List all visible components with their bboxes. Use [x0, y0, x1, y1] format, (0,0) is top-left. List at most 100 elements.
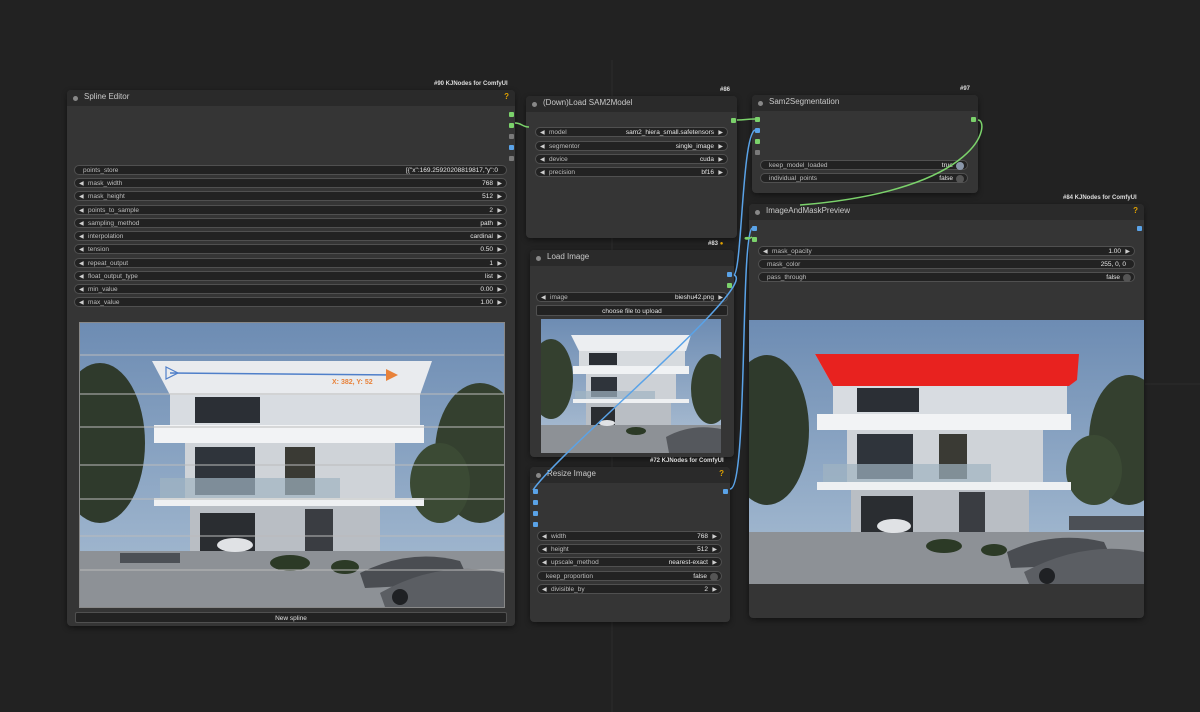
spline-editor-node[interactable]: Spline Editor ? points_store [{"x":169.2… [67, 90, 515, 626]
input-port-height-input[interactable] [533, 522, 538, 527]
widget-model[interactable]: ◀ model sam2_hiera_small.safetensors ▶ [535, 127, 728, 137]
widget-mask-width[interactable]: ◀ mask_width 768 ▶ [74, 178, 507, 188]
increment-icon[interactable]: ▶ [497, 259, 502, 269]
increment-icon[interactable]: ▶ [497, 179, 502, 189]
node-dot-icon[interactable] [755, 210, 760, 215]
decrement-icon[interactable]: ◀ [542, 532, 547, 542]
image-mask-preview-node[interactable]: ImageAndMaskPreview ? ◀ mask_opacity 1.0… [749, 204, 1144, 618]
widget-float-output-type[interactable]: ◀ float_output_type list ▶ [74, 271, 507, 281]
decrement-icon[interactable]: ◀ [79, 285, 84, 295]
widget-points-store[interactable]: points_store [{"x":169.25920208819817,"y… [74, 165, 507, 175]
increment-icon[interactable]: ▶ [718, 142, 723, 152]
toggle-icon[interactable] [956, 175, 964, 183]
widget-upscale-method[interactable]: ◀ upscale_method nearest-exact ▶ [537, 557, 722, 567]
increment-icon[interactable]: ▶ [497, 219, 502, 229]
decrement-icon[interactable]: ◀ [79, 192, 84, 202]
widget-points-to-sample[interactable]: ◀ points_to_sample 2 ▶ [74, 205, 507, 215]
input-port-bboxes[interactable] [755, 150, 760, 155]
comfyui-canvas[interactable]: #90 KJNodes for ComfyUI Spline Editor ? … [0, 0, 1200, 712]
decrement-icon[interactable]: ◀ [540, 155, 545, 165]
spline-path[interactable] [169, 372, 393, 376]
decrement-icon[interactable]: ◀ [79, 245, 84, 255]
input-port-image[interactable] [755, 128, 760, 133]
load-image-header[interactable]: Load Image [530, 250, 734, 266]
widget-tension[interactable]: ◀ tension 0.50 ▶ [74, 244, 507, 254]
node-dot-icon[interactable] [536, 256, 541, 261]
widget-mask-color[interactable]: mask_color 255, 0, 0 [758, 259, 1135, 269]
widget-keep-model-loaded[interactable]: keep_model_loaded true [760, 160, 968, 170]
output-port-mask[interactable] [971, 117, 976, 122]
widget-image[interactable]: ◀ image bieshu42.png ▶ [536, 292, 728, 302]
increment-icon[interactable]: ▶ [712, 532, 717, 542]
decrement-icon[interactable]: ◀ [79, 232, 84, 242]
resize-image-node[interactable]: Resize Image ? ◀ width 768 ▶ ◀ height 51… [530, 467, 730, 622]
output-port-mask[interactable] [509, 112, 514, 117]
node-dot-icon[interactable] [532, 102, 537, 107]
output-port-composite[interactable] [1137, 226, 1142, 231]
input-port-mask[interactable] [752, 237, 757, 242]
upload-button[interactable]: choose file to upload [536, 305, 728, 316]
increment-icon[interactable]: ▶ [497, 272, 502, 282]
decrement-icon[interactable]: ◀ [79, 298, 84, 308]
widget-device[interactable]: ◀ device cuda ▶ [535, 154, 728, 164]
node-dot-icon[interactable] [536, 473, 541, 478]
output-port-extra[interactable] [509, 156, 514, 161]
widget-height[interactable]: ◀ height 512 ▶ [537, 544, 722, 554]
widget-sampling-method[interactable]: ◀ sampling_method path ▶ [74, 218, 507, 228]
decrement-icon[interactable]: ◀ [79, 259, 84, 269]
output-port-image[interactable] [727, 272, 732, 277]
widget-repeat-output[interactable]: ◀ repeat_output 1 ▶ [74, 258, 507, 268]
increment-icon[interactable]: ▶ [497, 245, 502, 255]
image-mask-preview-header[interactable]: ImageAndMaskPreview ? [749, 204, 1144, 220]
output-port-count[interactable] [509, 145, 514, 150]
increment-icon[interactable]: ▶ [718, 168, 723, 178]
load-sam2-header[interactable]: (Down)Load SAM2Model [526, 96, 737, 112]
widget-max-value[interactable]: ◀ max_value 1.00 ▶ [74, 297, 507, 307]
input-port-image[interactable] [752, 226, 757, 231]
decrement-icon[interactable]: ◀ [79, 179, 84, 189]
widget-divisible-by[interactable]: ◀ divisible_by 2 ▶ [537, 584, 722, 594]
widget-keep-proportion[interactable]: keep_proportion false [537, 571, 722, 581]
decrement-icon[interactable]: ◀ [79, 206, 84, 216]
input-port-sam2-model[interactable] [755, 117, 760, 122]
increment-icon[interactable]: ▶ [712, 558, 717, 568]
increment-icon[interactable]: ▶ [718, 128, 723, 138]
toggle-icon[interactable] [710, 573, 718, 581]
decrement-icon[interactable]: ◀ [542, 558, 547, 568]
node-dot-icon[interactable] [73, 96, 78, 101]
widget-individual-points[interactable]: individual_points false [760, 173, 968, 183]
decrement-icon[interactable]: ◀ [540, 142, 545, 152]
decrement-icon[interactable]: ◀ [763, 247, 768, 257]
output-port-float[interactable] [509, 134, 514, 139]
decrement-icon[interactable]: ◀ [541, 293, 546, 303]
output-port-image[interactable] [723, 489, 728, 494]
decrement-icon[interactable]: ◀ [79, 272, 84, 282]
increment-icon[interactable]: ▶ [497, 206, 502, 216]
widget-interpolation[interactable]: ◀ interpolation cardinal ▶ [74, 231, 507, 241]
decrement-icon[interactable]: ◀ [540, 128, 545, 138]
spline-end-marker[interactable] [386, 369, 398, 381]
decrement-icon[interactable]: ◀ [542, 545, 547, 555]
widget-precision[interactable]: ◀ precision bf16 ▶ [535, 167, 728, 177]
widget-pass-through[interactable]: pass_through false [758, 272, 1135, 282]
decrement-icon[interactable]: ◀ [79, 219, 84, 229]
increment-icon[interactable]: ▶ [497, 298, 502, 308]
help-icon[interactable]: ? [719, 469, 724, 478]
widget-mask-opacity[interactable]: ◀ mask_opacity 1.00 ▶ [758, 246, 1135, 256]
sam2-segmentation-node[interactable]: Sam2Segmentation keep_model_loaded true … [752, 95, 978, 193]
increment-icon[interactable]: ▶ [497, 285, 502, 295]
new-spline-button[interactable]: New spline [75, 612, 507, 623]
sam2-segmentation-header[interactable]: Sam2Segmentation [752, 95, 978, 111]
input-port-get-image-size[interactable] [533, 500, 538, 505]
increment-icon[interactable]: ▶ [497, 192, 502, 202]
widget-width[interactable]: ◀ width 768 ▶ [537, 531, 722, 541]
output-port-coords[interactable] [509, 123, 514, 128]
node-dot-icon[interactable] [758, 101, 763, 106]
increment-icon[interactable]: ▶ [1125, 247, 1130, 257]
help-icon[interactable]: ? [504, 92, 509, 101]
resize-image-header[interactable]: Resize Image ? [530, 467, 730, 483]
output-port-mask[interactable] [727, 283, 732, 288]
increment-icon[interactable]: ▶ [712, 585, 717, 595]
output-port-sam2-model[interactable] [731, 118, 736, 123]
decrement-icon[interactable]: ◀ [540, 168, 545, 178]
